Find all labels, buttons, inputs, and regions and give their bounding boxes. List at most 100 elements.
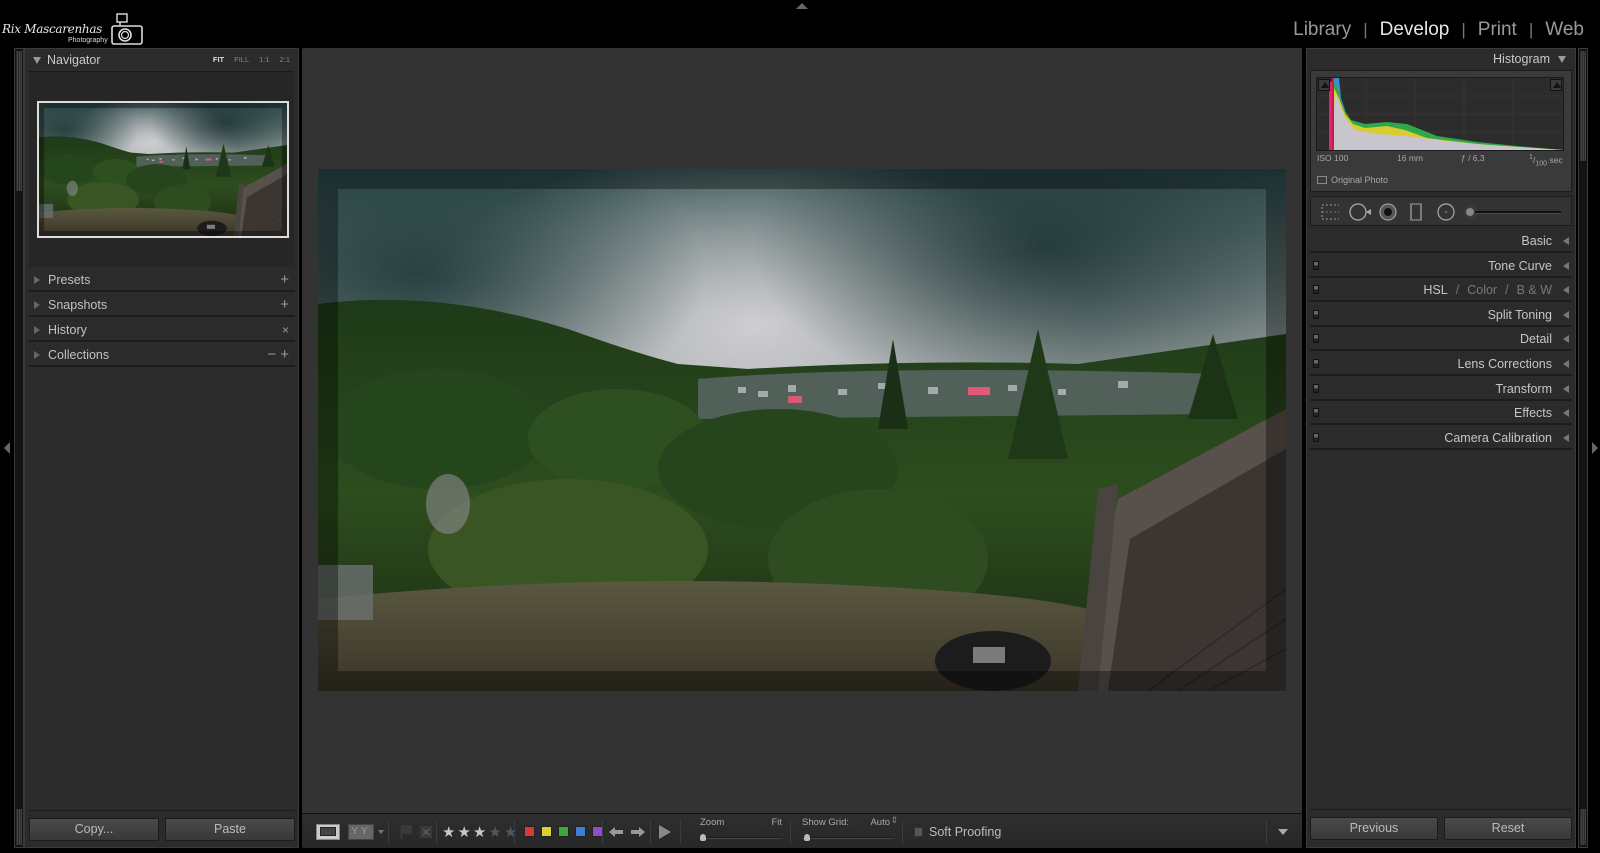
collections-section[interactable]: Collections − + bbox=[29, 343, 295, 367]
module-picker: Library | Develop | Print | Web bbox=[1293, 19, 1584, 41]
panel-section-detail[interactable]: Detail bbox=[1310, 328, 1572, 352]
red-eye-tool-icon[interactable] bbox=[1379, 203, 1397, 221]
color-label-blue[interactable] bbox=[575, 826, 586, 837]
flag-reject-button[interactable] bbox=[420, 814, 432, 849]
color-label-yellow[interactable] bbox=[541, 826, 552, 837]
panel-on-off-switch[interactable] bbox=[1313, 309, 1319, 319]
toolbar-content-menu[interactable] bbox=[1278, 814, 1288, 849]
radial-filter-tool-icon[interactable] bbox=[1437, 203, 1455, 221]
soft-proofing-checkbox[interactable] bbox=[914, 826, 923, 837]
before-after-button[interactable]: YY bbox=[348, 814, 384, 849]
add-preset-button[interactable]: + bbox=[280, 271, 289, 288]
main-photo[interactable] bbox=[318, 169, 1286, 691]
panel-section-hsl[interactable]: HSL / Color / B & W bbox=[1310, 279, 1572, 303]
slideshow-play-button[interactable] bbox=[658, 814, 672, 849]
show-grid-control: Show Grid: Auto ⇕ bbox=[802, 815, 898, 847]
rating-star-2-icon[interactable]: ★ bbox=[457, 823, 470, 841]
navigation-arrows bbox=[608, 814, 646, 849]
panel-section-camera-calibration[interactable]: Camera Calibration bbox=[1310, 427, 1572, 450]
paste-button[interactable]: Paste bbox=[165, 818, 295, 841]
star-rating[interactable]: ★ ★ ★ ★ ★ bbox=[442, 814, 517, 849]
zoom-1-1[interactable]: 1:1 bbox=[259, 49, 269, 71]
toolbar-menu-arrow-icon bbox=[1278, 828, 1288, 835]
histogram-header[interactable]: Histogram bbox=[1306, 48, 1576, 70]
panel-on-off-switch[interactable] bbox=[1313, 408, 1319, 418]
panel-section-tone-curve[interactable]: Tone Curve bbox=[1310, 255, 1572, 278]
add-snapshot-button[interactable]: + bbox=[280, 296, 289, 313]
panel-section-transform[interactable]: Transform bbox=[1310, 378, 1572, 401]
left-panel-toggle[interactable] bbox=[4, 442, 10, 454]
adjustment-brush-tool-icon[interactable] bbox=[1463, 203, 1563, 221]
color-label-green[interactable] bbox=[558, 826, 569, 837]
reset-button[interactable]: Reset bbox=[1444, 817, 1572, 840]
panel-on-off-switch[interactable] bbox=[1313, 285, 1319, 295]
expand-arrow-icon bbox=[1563, 409, 1569, 418]
highlight-clipping-indicator[interactable] bbox=[1550, 79, 1562, 91]
rating-star-5-icon[interactable]: ★ bbox=[504, 823, 517, 841]
module-library[interactable]: Library bbox=[1293, 19, 1351, 40]
module-develop[interactable]: Develop bbox=[1380, 19, 1450, 40]
navigator-thumbnail[interactable] bbox=[37, 101, 289, 238]
color-tab[interactable]: Color bbox=[1467, 283, 1497, 297]
panel-section-split-toning[interactable]: Split Toning bbox=[1310, 304, 1572, 327]
module-web[interactable]: Web bbox=[1545, 19, 1584, 40]
right-panel-scrollbar[interactable] bbox=[1578, 48, 1588, 848]
right-panel-toggle[interactable] bbox=[1592, 442, 1598, 454]
panel-on-off-switch[interactable] bbox=[1313, 383, 1319, 393]
presets-section[interactable]: Presets + bbox=[29, 268, 295, 292]
color-label-red[interactable] bbox=[524, 826, 535, 837]
rating-star-3-icon[interactable]: ★ bbox=[473, 823, 486, 841]
clear-history-button[interactable]: × bbox=[282, 323, 289, 337]
scrollbar-grip[interactable] bbox=[1580, 809, 1586, 845]
rating-star-1-icon[interactable]: ★ bbox=[442, 823, 455, 841]
crop-overlay-tool-icon[interactable] bbox=[1321, 203, 1339, 221]
history-section[interactable]: History × bbox=[29, 318, 295, 342]
separator bbox=[650, 820, 651, 844]
expand-arrow-icon bbox=[34, 301, 40, 309]
original-photo-checkbox[interactable] bbox=[1317, 176, 1327, 184]
zoom-fit[interactable]: FIT bbox=[213, 49, 224, 71]
panel-on-off-switch[interactable] bbox=[1313, 432, 1319, 442]
shadow-clipping-indicator[interactable] bbox=[1318, 79, 1330, 91]
top-panel-toggle[interactable] bbox=[796, 3, 808, 9]
graduated-filter-tool-icon[interactable] bbox=[1409, 203, 1427, 221]
collection-add-remove-buttons[interactable]: − + bbox=[267, 346, 289, 363]
panel-section-lens-corrections[interactable]: Lens Corrections bbox=[1310, 353, 1572, 376]
grid-opacity-slider-track[interactable] bbox=[802, 837, 894, 839]
snapshots-section[interactable]: Snapshots + bbox=[29, 293, 295, 317]
navigator-header[interactable]: Navigator FIT FILL 1:1 2:1 bbox=[25, 49, 298, 71]
panel-section-basic[interactable]: Basic bbox=[1310, 230, 1572, 253]
next-photo-arrow-icon[interactable] bbox=[630, 826, 646, 838]
show-grid-value[interactable]: Auto bbox=[870, 817, 890, 828]
previous-button[interactable]: Previous bbox=[1310, 817, 1438, 840]
scrollbar-thumb[interactable] bbox=[16, 51, 22, 191]
previous-photo-arrow-icon[interactable] bbox=[608, 826, 624, 838]
panel-on-off-switch[interactable] bbox=[1313, 260, 1319, 270]
zoom-2-1[interactable]: 2:1 bbox=[280, 49, 290, 71]
spot-removal-tool-icon[interactable] bbox=[1349, 203, 1373, 221]
soft-proofing-toggle[interactable]: Soft Proofing bbox=[914, 814, 1001, 849]
histogram-graph[interactable] bbox=[1316, 77, 1564, 151]
zoom-slider-track[interactable] bbox=[700, 837, 782, 839]
module-print[interactable]: Print bbox=[1478, 19, 1517, 40]
bw-tab[interactable]: B & W bbox=[1517, 283, 1552, 297]
shutter-unit: sec bbox=[1549, 154, 1563, 165]
panel-section-effects[interactable]: Effects bbox=[1310, 402, 1572, 426]
zoom-slider-handle[interactable] bbox=[700, 834, 706, 841]
expand-arrow-icon bbox=[34, 276, 40, 284]
left-panel-scrollbar[interactable] bbox=[14, 48, 24, 848]
module-separator: | bbox=[1363, 20, 1368, 39]
loupe-view-button[interactable] bbox=[316, 814, 340, 849]
grid-opacity-slider-handle[interactable] bbox=[804, 834, 810, 841]
original-photo-toggle[interactable]: Original Photo bbox=[1317, 175, 1388, 185]
scrollbar-thumb[interactable] bbox=[1580, 51, 1586, 161]
zoom-fill[interactable]: FILL bbox=[234, 49, 249, 71]
hsl-tab[interactable]: HSL bbox=[1423, 283, 1447, 297]
rating-star-4-icon[interactable]: ★ bbox=[488, 823, 501, 841]
copy-button[interactable]: Copy... bbox=[29, 818, 159, 841]
panel-on-off-switch[interactable] bbox=[1313, 359, 1319, 368]
flag-pick-button[interactable] bbox=[400, 814, 414, 849]
scrollbar-grip[interactable] bbox=[16, 809, 22, 845]
show-grid-stepper-icon[interactable]: ⇕ bbox=[890, 815, 898, 826]
panel-on-off-switch[interactable] bbox=[1313, 334, 1319, 344]
